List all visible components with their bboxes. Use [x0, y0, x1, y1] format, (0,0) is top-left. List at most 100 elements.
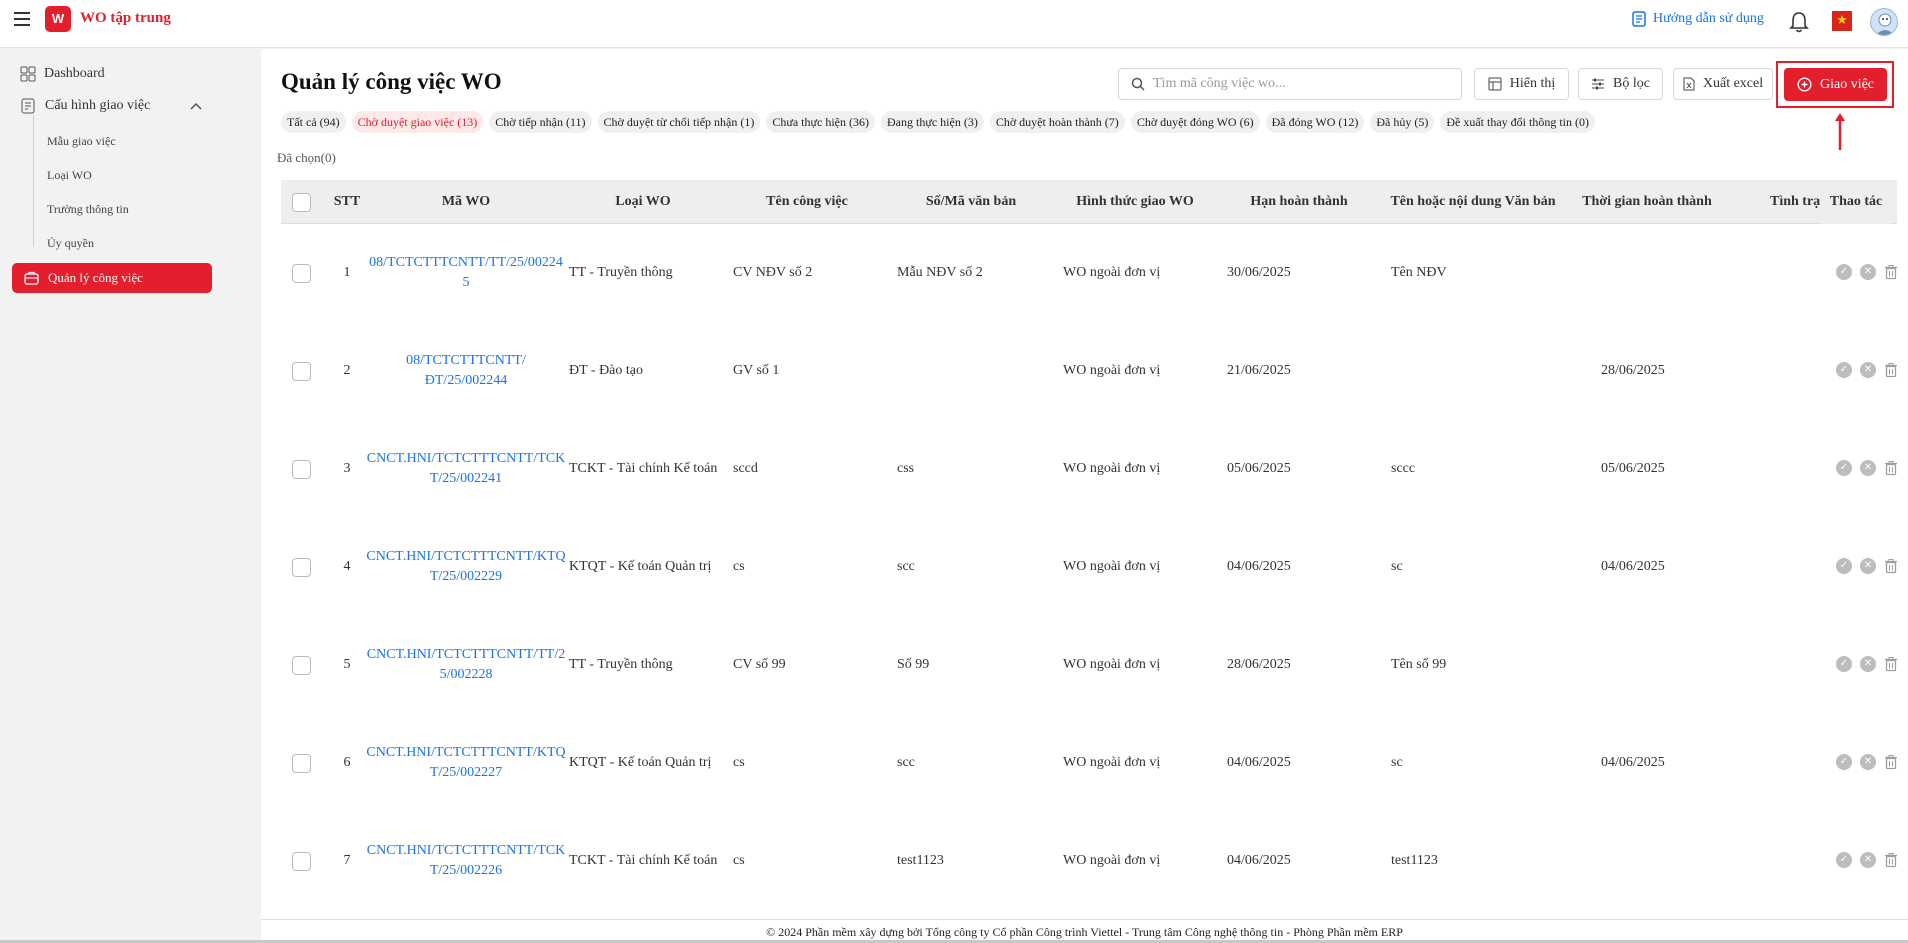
sidebar-item-wo-types[interactable]: Loại WO — [47, 168, 92, 183]
table-row[interactable]: 3 CNCT.HNI/TCTCTTTCNTT/TCK T/25/002241 TCKT… — [281, 420, 1897, 518]
display-button-label: Hiển thị — [1509, 76, 1556, 91]
wo-code-link[interactable]: CNCT.HNI/TCTCTTTCNTT/TT/2 5/002228 — [367, 616, 565, 714]
sidebar-item-delegation[interactable]: Ủy quyền — [47, 236, 94, 251]
status-tab[interactable]: Chờ duyệt đóng WO (6) — [1130, 111, 1260, 133]
sidebar-group-config[interactable]: Cấu hình giao việc — [20, 98, 202, 114]
sidebar-item-work-management[interactable]: Quản lý công việc — [12, 263, 212, 293]
export-excel-button[interactable]: Xuất excel — [1673, 68, 1773, 100]
column-header-doc-number[interactable]: Số/Mã văn bản — [891, 180, 1051, 224]
briefcase-icon — [24, 271, 39, 285]
user-avatar[interactable] — [1870, 8, 1898, 36]
column-header-assign-method[interactable]: Hình thức giao WO — [1055, 180, 1215, 224]
status-tab[interactable]: Chờ duyệt giao việc (13) — [351, 111, 484, 133]
trash-icon[interactable] — [1883, 558, 1899, 574]
status-tab[interactable]: Đề xuất thay đổi thông tin (0) — [1440, 111, 1595, 133]
reject-icon[interactable]: ✕ — [1860, 264, 1876, 280]
trash-icon[interactable] — [1883, 264, 1899, 280]
reject-icon[interactable]: ✕ — [1860, 852, 1876, 868]
bell-icon[interactable] — [1788, 10, 1810, 34]
display-button[interactable]: Hiển thị — [1474, 68, 1569, 100]
table-row[interactable]: 4 CNCT.HNI/TCTCTTTCNTT/KTQ T/25/002229 KTQT… — [281, 518, 1897, 616]
cell-wo-type: TCKT - Tài chính Kế toán — [569, 461, 718, 476]
wo-code-link[interactable]: 08/TCTCTTTCNTT/TT/25/00224 5 — [369, 224, 563, 322]
cell-wo-type: KTQT - Kế toán Quản trị — [569, 755, 712, 770]
main-content: Quản lý công việc WO Hiển thị Bộ lọc Xuấ… — [261, 49, 1908, 943]
trash-icon[interactable] — [1883, 754, 1899, 770]
wo-code-link[interactable]: CNCT.HNI/TCTCTTTCNTT/TCK T/25/002241 — [367, 420, 565, 518]
approve-icon[interactable]: ✓ — [1836, 362, 1852, 378]
sidebar-item-dashboard[interactable]: Dashboard — [20, 66, 105, 82]
cell-stt: 2 — [343, 363, 351, 378]
search-input[interactable] — [1153, 76, 1443, 92]
filter-button[interactable]: Bộ lọc — [1578, 68, 1663, 100]
cell-stt: 3 — [343, 461, 351, 476]
row-checkbox[interactable] — [291, 655, 311, 675]
column-header-deadline[interactable]: Hạn hoàn thành — [1219, 180, 1379, 224]
status-tab[interactable]: Chưa thực hiện (36) — [766, 111, 875, 133]
column-header-wo-type[interactable]: Loại WO — [563, 180, 723, 224]
column-header-completed-time[interactable]: Thời gian hoàn thành — [1567, 180, 1727, 224]
status-tabs: Tất cả (94) Chờ duyệt giao việc (13) Chờ t… — [281, 111, 1595, 133]
status-tab[interactable]: Đã đóng WO (12) — [1265, 111, 1365, 133]
reject-icon[interactable]: ✕ — [1860, 754, 1876, 770]
cell-doc-number: css — [897, 461, 915, 476]
language-flag-icon[interactable]: ★ — [1832, 11, 1852, 31]
approve-icon[interactable]: ✓ — [1836, 460, 1852, 476]
table-row[interactable]: 7 CNCT.HNI/TCTCTTTCNTT/TCK T/25/002226 TCKT… — [281, 812, 1897, 910]
cell-task-name: cs — [733, 559, 745, 574]
row-checkbox[interactable] — [291, 459, 311, 479]
cell-completed-time — [1601, 616, 1751, 714]
row-checkbox[interactable] — [291, 557, 311, 577]
wo-code-lines: CNCT.HNI/TCTCTTTCNTT/TCK T/25/002241 — [367, 449, 565, 489]
create-wo-button[interactable]: Giao việc — [1784, 68, 1887, 101]
wo-code-link[interactable]: CNCT.HNI/TCTCTTTCNTT/KTQ T/25/002229 — [366, 518, 565, 616]
column-header-doc-content[interactable]: Tên hoặc nội dung Văn bản — [1383, 180, 1563, 224]
column-header-wo-code[interactable]: Mã WO — [373, 180, 559, 224]
column-header-status[interactable]: Tình trạng — [1770, 180, 1820, 224]
approve-icon[interactable]: ✓ — [1836, 754, 1852, 770]
table-row[interactable]: 5 CNCT.HNI/TCTCTTTCNTT/TT/2 5/002228 TT - T… — [281, 616, 1897, 714]
row-select-cell — [281, 518, 321, 616]
column-header-stt[interactable]: STT — [327, 180, 367, 224]
trash-icon[interactable] — [1883, 460, 1899, 476]
sidebar-item-fields[interactable]: Trường thông tin — [47, 202, 129, 217]
row-checkbox[interactable] — [291, 263, 311, 283]
table-row[interactable]: 2 08/TCTCTTTCNTT/ĐT/25/002244 ĐT - Đào tạo… — [281, 322, 1897, 420]
trash-icon[interactable] — [1883, 656, 1899, 672]
menu-icon[interactable] — [14, 12, 30, 26]
wo-code-link[interactable]: CNCT.HNI/TCTCTTTCNTT/TCK T/25/002226 — [367, 812, 565, 910]
column-header-task-name[interactable]: Tên công việc — [727, 180, 887, 224]
approve-icon[interactable]: ✓ — [1836, 852, 1852, 868]
user-guide-link[interactable]: Hướng dẫn sử dụng — [1632, 11, 1764, 27]
cell-wo-type: KTQT - Kế toán Quản trị — [569, 559, 712, 574]
reject-icon[interactable]: ✕ — [1860, 558, 1876, 574]
trash-icon[interactable] — [1883, 362, 1899, 378]
approve-icon[interactable]: ✓ — [1836, 656, 1852, 672]
status-tab[interactable]: Chờ tiếp nhận (11) — [489, 111, 592, 133]
status-tab[interactable]: Chờ duyệt từ chối tiếp nhận (1) — [597, 111, 761, 133]
status-tab[interactable]: Chờ duyệt hoàn thành (7) — [989, 111, 1125, 133]
status-tab[interactable]: Tất cả (94) — [281, 111, 346, 133]
row-checkbox[interactable] — [291, 851, 311, 871]
wo-code-link[interactable]: CNCT.HNI/TCTCTTTCNTT/KTQ T/25/002227 — [366, 714, 565, 812]
status-tab[interactable]: Đang thực hiện (3) — [881, 111, 984, 133]
row-checkbox[interactable] — [291, 753, 311, 773]
select-all-checkbox[interactable] — [291, 192, 311, 212]
table-row[interactable]: 1 08/TCTCTTTCNTT/TT/25/00224 5 TT - Truyền … — [281, 224, 1897, 322]
reject-icon[interactable]: ✕ — [1860, 362, 1876, 378]
row-checkbox[interactable] — [291, 361, 311, 381]
wo-code-line: T/25/002229 — [429, 569, 503, 584]
approve-icon[interactable]: ✓ — [1836, 558, 1852, 574]
sidebar-item-templates[interactable]: Mẫu giao việc — [47, 134, 116, 149]
wo-code-line: CNCT.HNI/TCTCTTTCNTT/TT/2 — [366, 647, 566, 662]
approve-icon[interactable]: ✓ — [1836, 264, 1852, 280]
status-tab[interactable]: Đã hủy (5) — [1370, 111, 1435, 133]
cell-deadline: 21/06/2025 — [1227, 363, 1291, 378]
reject-icon[interactable]: ✕ — [1860, 656, 1876, 672]
trash-icon[interactable] — [1883, 852, 1899, 868]
cell-stt: 5 — [343, 657, 351, 672]
wo-code-link[interactable]: 08/TCTCTTTCNTT/ĐT/25/002244 — [373, 322, 559, 420]
wo-code-lines: 08/TCTCTTTCNTT/ĐT/25/002244 — [406, 351, 526, 391]
reject-icon[interactable]: ✕ — [1860, 460, 1876, 476]
table-row[interactable]: 6 CNCT.HNI/TCTCTTTCNTT/KTQ T/25/002227 KTQT… — [281, 714, 1897, 812]
